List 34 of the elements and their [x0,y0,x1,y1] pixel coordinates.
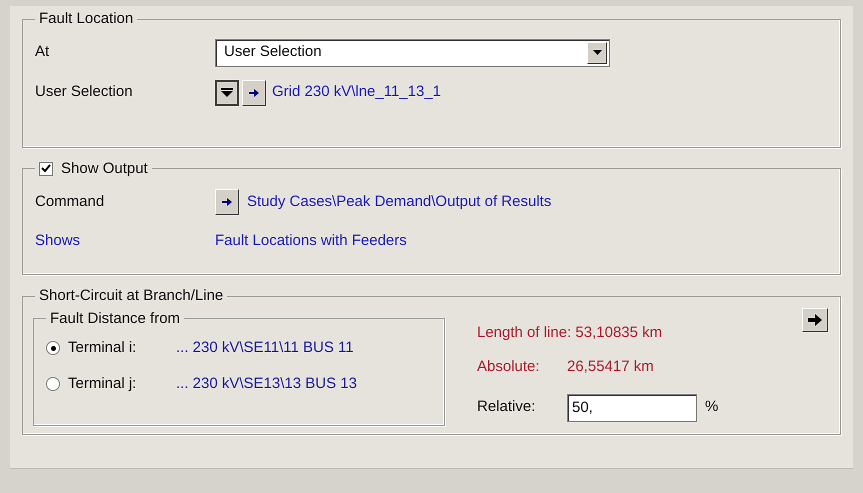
caret-icon [587,42,607,64]
field-label: Absolute: [477,356,541,376]
radio-button[interactable] [46,341,60,355]
field-label: Command [35,192,106,212]
arrow-icon [808,314,822,326]
select-button[interactable] [215,80,239,106]
radio-button[interactable] [46,377,60,391]
checkbox-label: Show Output [61,158,148,178]
jump-button[interactable] [242,80,266,106]
unit-label: % [705,397,718,418]
jump-button[interactable] [802,308,828,332]
group-title: Fault Distance from [50,310,180,326]
line-length: Length of line: 53,10835 km [477,322,664,342]
object-link[interactable]: Study Cases\Peak Demand\Output of Results [247,190,552,214]
group-title: Short-Circuit at Branch/Line [39,287,224,304]
field-label: User Selection [35,82,134,102]
field-value: Fault Locations with Feeders [215,230,407,251]
object-link[interactable]: Grid 230 kV\lne_11_13_1 [272,81,442,104]
terminal-value: ... 230 kV\SE13\13 BUS 13 [176,374,357,394]
show-output-checkbox[interactable] [39,162,53,176]
field-label: Shows [35,230,82,251]
dropdown[interactable]: User Selection [215,38,610,66]
terminal-value: ... 230 kV\SE11\11 BUS 11 [176,338,354,358]
field-label: Relative: [477,397,536,418]
arrow-icon [249,88,259,96]
caret-icon [221,88,233,97]
jump-button[interactable] [215,189,239,215]
field-label: At [35,42,50,62]
arrow-icon [222,198,232,206]
radio-label: Terminal i: [68,338,138,358]
radio-label: Terminal j: [68,374,138,394]
relative-field[interactable]: 50, [567,394,697,422]
field-value: 26,55417 km [567,356,654,376]
group-title: Fault Location [39,10,134,27]
